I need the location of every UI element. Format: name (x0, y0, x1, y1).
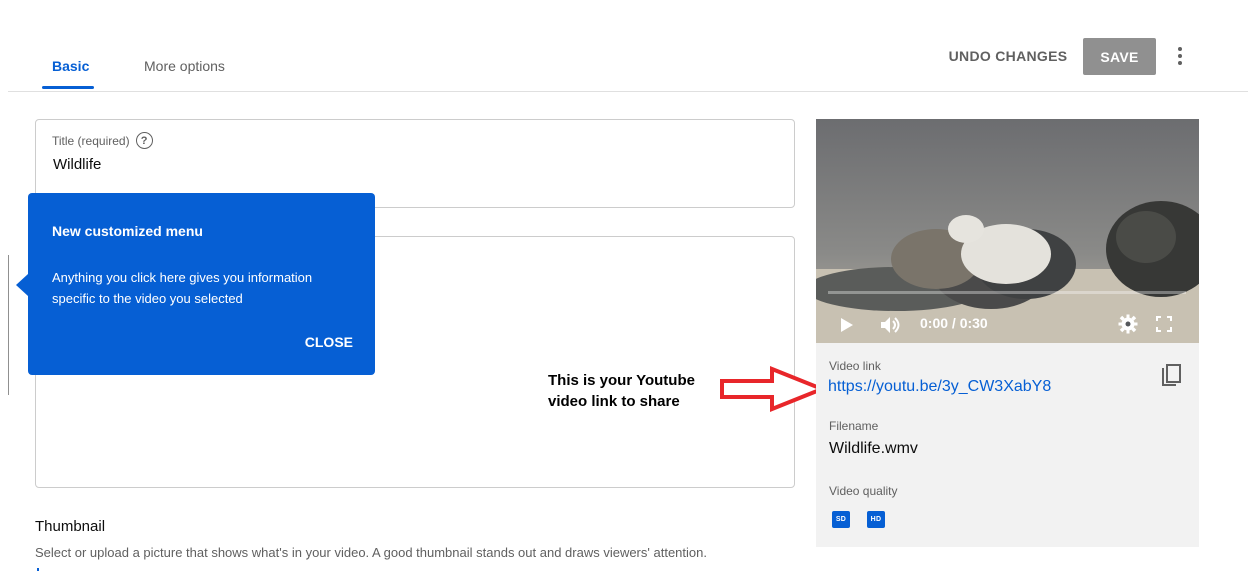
video-controls: 0:00 / 0:30 (816, 305, 1199, 343)
help-circle-icon[interactable]: ? (135, 132, 153, 149)
title-input-value[interactable]: Wildlife (53, 156, 101, 173)
gear-icon[interactable] (1118, 314, 1138, 334)
tooltip-title: New customized menu (52, 223, 203, 239)
filename-label: Filename (829, 419, 879, 433)
thumbnail-link-fragment (37, 568, 39, 571)
thumbnail-heading: Thumbnail (35, 518, 106, 535)
tab-more-options[interactable]: More options (144, 58, 225, 74)
video-link-label: Video link (829, 359, 881, 373)
filename-value: Wildlife.wmv (829, 440, 918, 457)
tooltip-close-button[interactable]: CLOSE (305, 334, 353, 350)
annotation-text: This is your Youtube video link to share (548, 372, 695, 410)
more-vert-icon[interactable] (1168, 42, 1192, 70)
video-player[interactable]: 0:00 / 0:30 (816, 119, 1199, 343)
left-edge-line (8, 255, 9, 395)
thumbnail-description: Select or upload a picture that shows wh… (35, 545, 707, 560)
play-icon[interactable] (840, 317, 854, 333)
hd-quality-badge: HD (867, 511, 885, 528)
tooltip-pointer (16, 274, 28, 296)
video-progress-bar[interactable] (828, 291, 1186, 294)
customized-menu-tooltip: New customized menu Anything you click h… (28, 193, 375, 375)
active-tab-indicator (42, 86, 94, 89)
title-field-label-row: Title (required) ? (52, 132, 153, 149)
video-link[interactable]: https://youtu.be/3y_CW3XabY8 (828, 378, 1051, 396)
video-time: 0:00 / 0:30 (920, 315, 988, 331)
video-quality-label: Video quality (829, 484, 898, 498)
undo-changes-button[interactable]: UNDO CHANGES (940, 38, 1076, 74)
fullscreen-icon[interactable] (1156, 316, 1172, 332)
tab-basic[interactable]: Basic (52, 58, 89, 74)
tooltip-body: Anything you click here gives you inform… (52, 270, 313, 306)
header-divider (8, 91, 1248, 92)
red-arrow-icon (720, 366, 828, 412)
sd-quality-badge: SD (832, 511, 850, 528)
copy-icon[interactable] (1160, 364, 1182, 388)
video-preview-card: 0:00 / 0:30 Video link https://youtu.be/… (816, 119, 1199, 547)
save-button[interactable]: SAVE (1083, 38, 1156, 75)
volume-icon[interactable] (880, 315, 904, 335)
title-field-label: Title (required) (52, 133, 130, 148)
